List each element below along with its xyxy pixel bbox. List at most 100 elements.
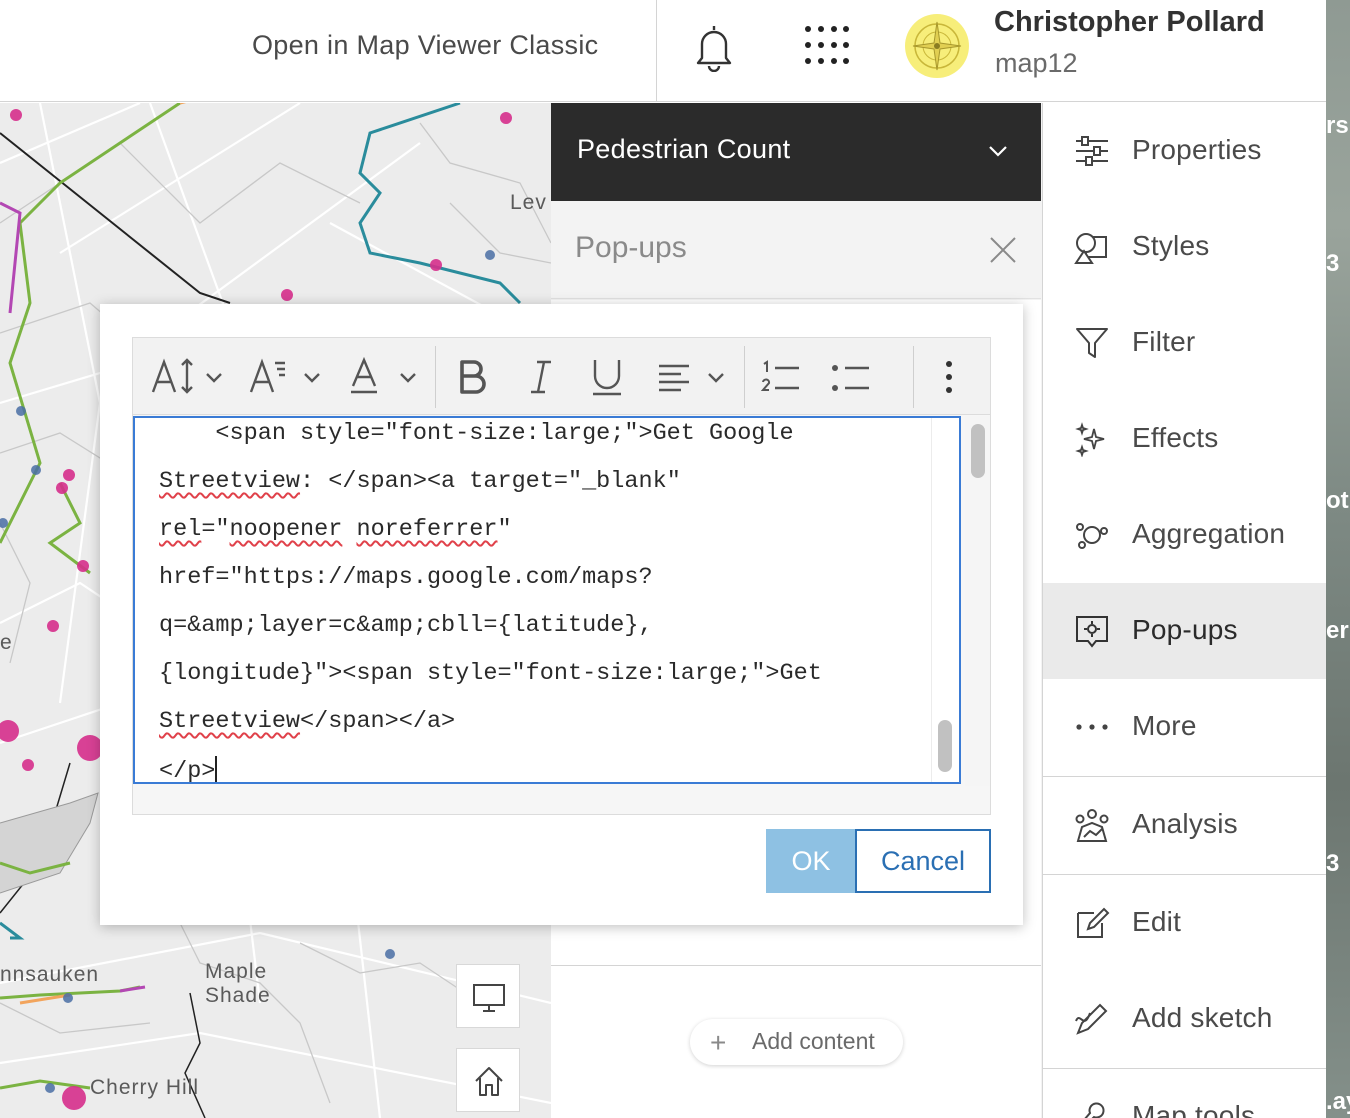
background-image-strip: rs 3 ot er 3 .ay (1326, 0, 1350, 1118)
nav-label: More (1132, 710, 1197, 741)
code-line: <span style="font-size:large;">Get Googl… (159, 420, 794, 447)
chevron-down-icon (989, 146, 1007, 157)
styles-icon (1074, 233, 1107, 264)
ok-button[interactable]: OK (766, 829, 856, 893)
map-label-lev: Lev (510, 191, 547, 214)
notifications-bell-icon[interactable] (692, 22, 736, 73)
monitor-icon (473, 984, 505, 1012)
app-launcher-grid-icon[interactable] (803, 24, 849, 70)
numbered-list-button[interactable] (760, 354, 801, 400)
rich-text-editor: <span style="font-size:large;">Get Googl… (132, 337, 991, 815)
html-source-dialog: <span style="font-size:large;">Get Googl… (100, 304, 1023, 925)
code-line: Streetview: </span><a target="_blank" (159, 468, 681, 495)
sliders-icon (1076, 136, 1108, 166)
code-line: </p> (159, 756, 218, 784)
cancel-button[interactable]: Cancel (855, 829, 991, 893)
code-text: =" (201, 516, 230, 543)
edit-icon (1077, 907, 1110, 938)
map-label-cherry-hill: Cherry Hill (90, 1076, 200, 1099)
sparkle-icon (1075, 422, 1105, 457)
header-divider (656, 0, 657, 102)
nav-label: Pop-ups (1132, 614, 1238, 645)
strip-text: rs (1326, 112, 1349, 139)
user-name[interactable]: Christopher Pollard (994, 6, 1265, 39)
strip-text: er (1326, 617, 1349, 644)
nav-item-popups[interactable]: Pop-ups (1043, 583, 1326, 679)
ellipsis-icon (1076, 724, 1108, 730)
nav-item-aggregation[interactable]: Aggregation (1043, 487, 1326, 583)
open-map-viewer-classic-link[interactable]: Open in Map Viewer Classic (252, 30, 598, 61)
code-line: href="https://maps.google.com/maps? (159, 564, 653, 591)
map-label-pennsauken: nnsauken (0, 963, 100, 986)
spell-error: noreferrer (356, 516, 498, 543)
user-org: map12 (995, 48, 1078, 78)
italic-button[interactable] (523, 354, 559, 400)
align-left-icon (659, 364, 724, 392)
nav-label: Add sketch (1132, 1002, 1273, 1033)
nav-label: Styles (1132, 230, 1210, 261)
toolbar-divider (744, 346, 745, 408)
nav-item-add-sketch[interactable]: Add sketch (1043, 971, 1326, 1067)
popups-panel-title: Pop-ups (575, 231, 687, 264)
nav-label: Analysis (1132, 808, 1238, 839)
nav-item-styles[interactable]: Styles (1043, 199, 1326, 295)
code-line: {longitude}"><span style="font-size:larg… (159, 660, 822, 687)
vertical-ellipsis-icon (946, 361, 952, 393)
font-color-dropdown[interactable] (349, 354, 423, 400)
nav-label: Filter (1132, 326, 1196, 357)
font-size-dropdown[interactable] (151, 354, 225, 400)
code-line: q=&amp;layer=c&amp;cbll={latitude}, (159, 612, 653, 639)
more-tools-button[interactable] (939, 354, 959, 400)
nav-item-analysis[interactable]: Analysis (1043, 777, 1326, 873)
layer-selector[interactable]: Pedestrian Count (551, 103, 1041, 201)
add-content-button[interactable]: + Add content (690, 1019, 903, 1065)
font-style-dropdown[interactable] (249, 354, 323, 400)
nav-label: Map tools (1132, 1100, 1256, 1118)
user-avatar[interactable] (905, 14, 969, 78)
alignment-dropdown[interactable] (657, 354, 731, 400)
underline-icon (593, 360, 621, 396)
aggregation-icon (1076, 523, 1108, 549)
italic-icon (531, 360, 551, 394)
home-icon (475, 1067, 503, 1096)
layer-settings-nav: Properties Styles Filter Effects Aggrega… (1043, 103, 1326, 1118)
wrench-icon (1084, 1102, 1105, 1118)
nav-item-edit[interactable]: Edit (1043, 875, 1326, 971)
filter-icon (1076, 328, 1108, 358)
font-color-icon (351, 356, 416, 394)
map-label-edge: e (0, 631, 13, 654)
nav-item-effects[interactable]: Effects (1043, 391, 1326, 487)
close-icon[interactable] (988, 235, 1018, 265)
nav-item-properties[interactable]: Properties (1043, 103, 1326, 199)
html-source-textarea[interactable]: <span style="font-size:large;">Get Googl… (133, 416, 961, 784)
strip-text: ot (1326, 487, 1349, 514)
spell-error: Streetview (159, 708, 301, 735)
code-text: </p> (159, 758, 216, 784)
nav-label: Aggregation (1132, 518, 1286, 549)
nav-item-filter[interactable]: Filter (1043, 295, 1326, 391)
editor-toolbar (133, 338, 990, 415)
strip-text: 3 (1326, 250, 1340, 277)
code-line: rel="noopener noreferrer" (159, 516, 512, 543)
toolbar-divider (913, 346, 914, 408)
home-button[interactable] (456, 1048, 520, 1112)
nav-item-more[interactable]: More (1043, 679, 1326, 775)
textarea-scrollbar-thumb[interactable] (938, 720, 952, 772)
map-label-maple: Maple (205, 960, 268, 983)
layer-name: Pedestrian Count (577, 134, 791, 164)
app-header: Open in Map Viewer Classic Christopher P… (0, 0, 1326, 102)
bold-button[interactable] (455, 354, 491, 400)
map-label-shade: Shade (205, 984, 271, 1007)
underline-button[interactable] (589, 354, 625, 400)
numbered-list-icon (760, 360, 799, 391)
fullscreen-button[interactable] (456, 964, 520, 1028)
bullet-list-button[interactable] (831, 354, 871, 400)
sketch-icon (1075, 1003, 1108, 1035)
nav-label: Effects (1132, 422, 1219, 453)
nav-item-map-tools[interactable]: Map tools (1043, 1069, 1326, 1118)
paragraph-format-icon (249, 358, 320, 393)
toolbar-divider (435, 346, 436, 408)
spell-error: Streetview (159, 468, 301, 495)
editor-scrollbar-thumb[interactable] (971, 424, 985, 478)
